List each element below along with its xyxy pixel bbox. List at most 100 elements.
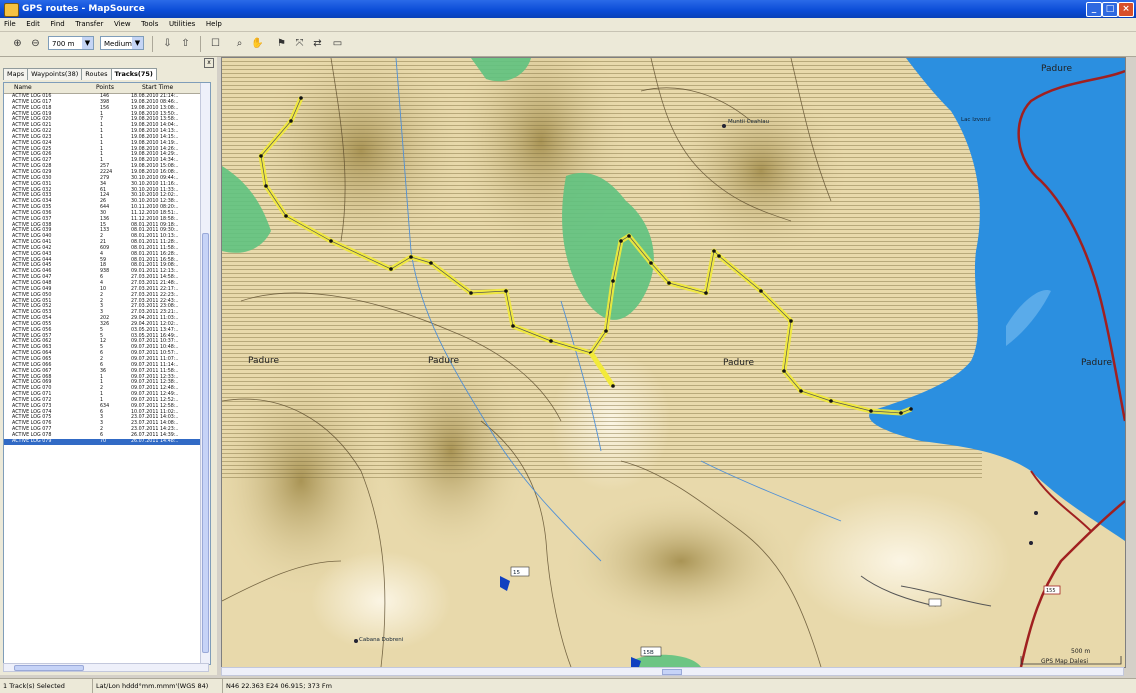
track-point [299, 96, 303, 100]
tab-maps[interactable]: Maps [3, 68, 29, 80]
track-points: 70 [100, 438, 107, 444]
terrain-highlight [311, 551, 451, 651]
tab-waypoints[interactable]: Waypoints(38) [27, 68, 83, 80]
menu-utilities[interactable]: Utilities [165, 18, 199, 31]
tab-routes[interactable]: Routes [81, 68, 112, 80]
app-icon [4, 3, 19, 17]
tracks-list[interactable]: Name Points Start Time ACTIVE LOG 016 146… [3, 82, 211, 665]
track-point [289, 119, 293, 123]
receive-from-device-icon[interactable]: ⇩ [160, 36, 175, 51]
zoom-level-select[interactable]: 700 m ▼ [48, 36, 94, 50]
topo-map[interactable]: Padure Padure Padure Padure Padure Lac I… [222, 58, 1125, 667]
poi-icon[interactable] [1034, 511, 1038, 515]
track-point [264, 184, 268, 188]
track-rows: ACTIVE LOG 016 146 18.08.2010 21:14:.. ACTI… [4, 94, 200, 445]
send-to-device-icon[interactable]: ⇧ [178, 36, 193, 51]
map-label-padure: Padure [723, 358, 754, 368]
list-vertical-scrollbar[interactable] [200, 83, 210, 664]
track-point [704, 291, 708, 295]
menu-help[interactable]: Help [202, 18, 226, 31]
close-button[interactable]: × [1118, 2, 1134, 17]
track-tool-icon[interactable]: ⇄ [310, 36, 325, 51]
map-label-poi: Cabana Dobreni [359, 637, 404, 643]
poi-icon[interactable] [722, 124, 726, 128]
waypoint-tool-icon[interactable]: ⚑ [274, 36, 289, 51]
measure-tool-icon[interactable]: ▭ [330, 36, 345, 51]
map-label-lake: Lac Izvorul [961, 117, 991, 123]
track-point [469, 291, 473, 295]
menu-edit[interactable]: Edit [22, 18, 44, 31]
maximize-button[interactable]: □ [1102, 2, 1118, 17]
tab-tracks[interactable]: Tracks(75) [110, 68, 157, 80]
menu-find[interactable]: Find [46, 18, 68, 31]
zoom-out-icon[interactable]: ⊖ [28, 36, 43, 51]
track-point [389, 267, 393, 271]
status-coordinate-format: Lat/Lon hddd°mm.mmm'(WGS 84) [92, 679, 208, 693]
zoom-tool-icon[interactable]: ⌕ [232, 36, 247, 51]
separator [152, 36, 153, 52]
scroll-thumb[interactable] [202, 233, 209, 653]
map-view[interactable]: Padure Padure Padure Padure Padure Lac I… [221, 57, 1126, 668]
poi-icon[interactable] [1029, 541, 1033, 545]
terrain-highlight [791, 491, 1011, 631]
track-point [284, 214, 288, 218]
menu-transfer[interactable]: Transfer [71, 18, 107, 31]
minimize-button[interactable]: _ [1086, 2, 1102, 17]
track-point [829, 399, 833, 403]
map-horizontal-scrollbar[interactable] [221, 667, 1124, 676]
track-point [611, 279, 615, 283]
track-point [504, 289, 508, 293]
list-header: Name Points Start Time [4, 83, 200, 94]
map-credit: GPS Map Dalesi [1041, 658, 1088, 665]
header-points[interactable]: Points [96, 83, 114, 93]
map-label-padure: Padure [1041, 64, 1072, 74]
track-point [549, 339, 553, 343]
track-point [782, 369, 786, 373]
scroll-thumb[interactable] [662, 669, 682, 675]
track-point [604, 329, 608, 333]
toolbar: ⊕ ⊖ 700 m ▼ Medium ▼ ⇩ ⇧ ☐ ⌕ ✋ ⚑ ⤧ ⇄ ▭ [0, 32, 1136, 57]
hand-tool-icon[interactable]: ✋ [250, 36, 265, 51]
track-point [409, 255, 413, 259]
list-horizontal-scrollbar[interactable] [3, 663, 209, 672]
track-point [627, 234, 631, 238]
status-selection: 1 Track(s) Selected [3, 682, 65, 690]
track-point [799, 389, 803, 393]
header-name[interactable]: Name [14, 83, 32, 93]
track-point [611, 384, 615, 388]
road-shield [928, 598, 942, 607]
header-start-time[interactable]: Start Time [142, 83, 173, 93]
data-tabs: Maps Waypoints(38) Routes Tracks(75) [3, 68, 157, 80]
track-point [259, 154, 263, 158]
window-title: GPS routes - MapSource [22, 4, 145, 14]
map-label-padure: Padure [1081, 358, 1112, 368]
pin-icon[interactable]: x [204, 58, 214, 68]
menu-file[interactable]: File [0, 18, 20, 31]
track-point [329, 239, 333, 243]
poi-icon[interactable] [354, 639, 358, 643]
select-tool-icon[interactable]: ☐ [208, 36, 223, 51]
road-shield-label: 155 [1046, 588, 1056, 594]
detail-select[interactable]: Medium ▼ [100, 36, 144, 50]
map-label-padure: Padure [248, 356, 279, 366]
map-label-poi: Muntii Ceahlau [728, 119, 769, 125]
map-label-padure: Padure [428, 356, 459, 366]
menu-view[interactable]: View [110, 18, 135, 31]
waypoint-label: 15 [513, 570, 520, 576]
status-cursor-position: N46 22.363 E24 06.915; 373 Fm [222, 679, 332, 693]
track-point [511, 324, 515, 328]
route-tool-icon[interactable]: ⤧ [292, 36, 307, 51]
zoom-in-icon[interactable]: ⊕ [10, 36, 25, 51]
status-bar: 1 Track(s) Selected Lat/Lon hddd°mm.mmm'… [0, 678, 1136, 693]
separator [200, 36, 201, 52]
data-panel: x Maps Waypoints(38) Routes Tracks(75) Name… [0, 57, 217, 675]
track-point [649, 261, 653, 265]
track-start-time: 26.07.2011 14:48:.. [131, 438, 179, 444]
menu-tools[interactable]: Tools [137, 18, 162, 31]
track-point [619, 239, 623, 243]
track-point [429, 261, 433, 265]
scale-label: 500 m [1071, 648, 1090, 655]
track-row[interactable]: ACTIVE LOG 079 70 26.07.2011 14:48:.. [4, 438, 200, 445]
scroll-thumb[interactable] [14, 665, 84, 671]
chevron-down-icon: ▼ [132, 37, 143, 49]
